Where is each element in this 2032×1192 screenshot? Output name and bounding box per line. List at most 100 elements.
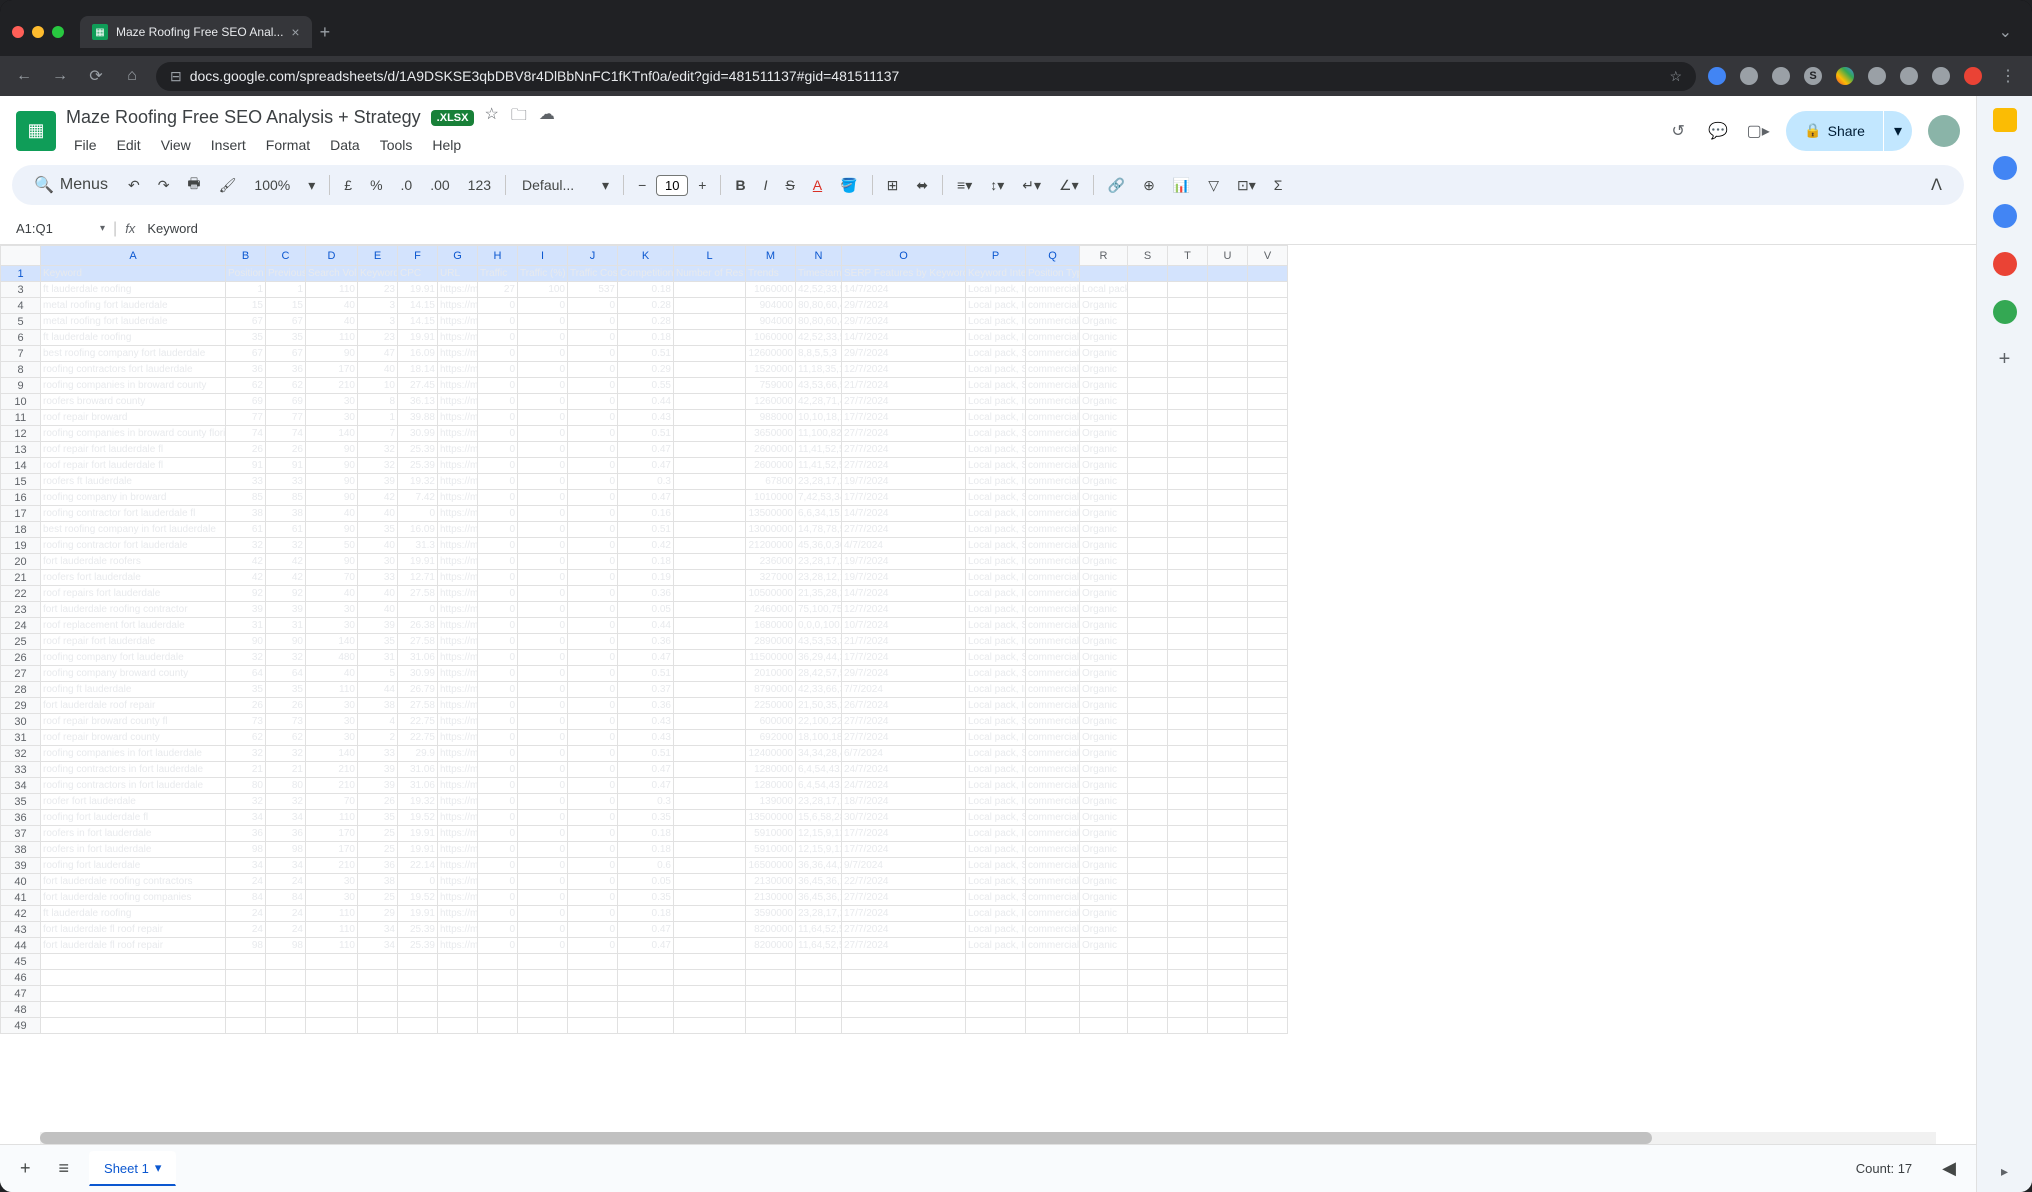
cell[interactable]: Organic (1080, 570, 1128, 586)
cell[interactable] (1168, 330, 1208, 346)
cell[interactable] (1128, 330, 1168, 346)
cell[interactable] (1168, 586, 1208, 602)
cell[interactable]: 23,28,17,28 (796, 906, 842, 922)
cell[interactable]: https://ma (438, 410, 478, 426)
cell[interactable]: 0.51 (618, 666, 674, 682)
cell[interactable] (1168, 410, 1208, 426)
cell[interactable]: 0 (478, 778, 518, 794)
cell[interactable]: 23,28,12,17 (796, 570, 842, 586)
cell[interactable]: 15,6,58,28 (796, 810, 842, 826)
cell[interactable]: commercial (1026, 842, 1080, 858)
col-header-N[interactable]: N (796, 246, 842, 266)
cell[interactable]: 34 (358, 938, 398, 954)
cell[interactable]: 110 (306, 922, 358, 938)
cell[interactable]: Local pack, Sitelinks, Review (966, 714, 1026, 730)
cell[interactable]: 18.14 (398, 362, 438, 378)
cell[interactable]: 85 (226, 490, 266, 506)
cell[interactable]: 170 (306, 842, 358, 858)
cell[interactable]: 70 (306, 570, 358, 586)
cell[interactable]: 26 (266, 698, 306, 714)
home-button[interactable]: ⌂ (120, 67, 144, 85)
cell[interactable] (674, 346, 746, 362)
cell[interactable]: 25 (358, 890, 398, 906)
cell[interactable]: 38 (226, 506, 266, 522)
cell[interactable]: 11,41,52,52 (796, 442, 842, 458)
cell[interactable] (1168, 538, 1208, 554)
row-header[interactable]: 30 (1, 714, 41, 730)
cell[interactable] (1248, 410, 1288, 426)
cell[interactable]: 0 (568, 314, 618, 330)
cell[interactable]: 0.18 (618, 842, 674, 858)
select-all-cell[interactable] (1, 246, 41, 266)
cell[interactable]: 0.47 (618, 778, 674, 794)
cell[interactable]: commercial (1026, 586, 1080, 602)
cell[interactable]: Local pack (1080, 282, 1128, 298)
cell[interactable]: 0 (518, 794, 568, 810)
cell[interactable] (674, 810, 746, 826)
cell[interactable]: 0 (518, 346, 568, 362)
cell[interactable]: Organic (1080, 714, 1128, 730)
collapse-panel-icon[interactable]: ▸ (2001, 1163, 2008, 1180)
cell[interactable]: 12.71 (398, 570, 438, 586)
cell[interactable]: 0 (518, 426, 568, 442)
cell[interactable] (1208, 282, 1248, 298)
cell[interactable]: 6,6,34,15,1 (796, 506, 842, 522)
filter-views-button[interactable]: ⊡▾ (1229, 171, 1264, 200)
cell[interactable] (746, 1018, 796, 1034)
col-header-U[interactable]: U (1208, 246, 1248, 266)
cell[interactable]: 27/7/2024 (842, 394, 966, 410)
cell[interactable]: 0 (568, 506, 618, 522)
cell[interactable]: 27/7/2024 (842, 522, 966, 538)
cell[interactable] (1168, 362, 1208, 378)
cell[interactable]: 8790000 (746, 682, 796, 698)
cell[interactable] (1128, 938, 1168, 954)
cell[interactable]: 50 (306, 538, 358, 554)
cell[interactable]: 4/7/2024 (842, 538, 966, 554)
cell[interactable] (674, 1002, 746, 1018)
cell[interactable]: 73 (266, 714, 306, 730)
cell[interactable]: 31.06 (398, 778, 438, 794)
row-header[interactable]: 37 (1, 826, 41, 842)
cell[interactable] (674, 426, 746, 442)
cell[interactable]: 13500000 (746, 810, 796, 826)
decrease-decimal-button[interactable]: .0 (393, 171, 421, 199)
cell[interactable]: Organic (1080, 666, 1128, 682)
cell[interactable] (674, 890, 746, 906)
cell[interactable]: 25.39 (398, 458, 438, 474)
cell[interactable]: 0.29 (618, 362, 674, 378)
bold-button[interactable]: B (727, 171, 753, 199)
cell[interactable] (1168, 938, 1208, 954)
cell[interactable]: 0 (568, 570, 618, 586)
cell[interactable] (674, 602, 746, 618)
cell[interactable]: 140 (306, 426, 358, 442)
cell[interactable]: 34 (358, 922, 398, 938)
cell[interactable]: commercial (1026, 426, 1080, 442)
close-tab-icon[interactable]: × (291, 24, 299, 40)
cell[interactable]: 0 (518, 874, 568, 890)
cell[interactable]: Local pack, Image pack, Site (966, 794, 1026, 810)
cell[interactable]: 12/7/2024 (842, 362, 966, 378)
cell[interactable]: Local pack, Image pack, Site (966, 474, 1026, 490)
cell[interactable]: 110 (306, 682, 358, 698)
cell[interactable]: 1060000 (746, 282, 796, 298)
cell[interactable] (1168, 794, 1208, 810)
cell[interactable]: 2460000 (746, 602, 796, 618)
row-header[interactable]: 23 (1, 602, 41, 618)
row-header[interactable]: 29 (1, 698, 41, 714)
cell[interactable] (1208, 538, 1248, 554)
cell[interactable]: 0 (568, 906, 618, 922)
cell[interactable]: Position (226, 266, 266, 282)
cell[interactable]: fort lauderdale roof repair (41, 698, 226, 714)
cell[interactable]: 24 (226, 906, 266, 922)
cell[interactable] (1248, 426, 1288, 442)
chevron-down-icon[interactable]: ▾ (594, 171, 617, 200)
cell[interactable]: 39 (358, 618, 398, 634)
cell[interactable]: 0 (518, 746, 568, 762)
cell[interactable]: 40 (306, 506, 358, 522)
history-icon[interactable]: ↺ (1666, 119, 1690, 143)
cell[interactable]: 32 (226, 650, 266, 666)
cell[interactable]: 10/7/2024 (842, 618, 966, 634)
cell[interactable]: 69 (266, 394, 306, 410)
cell[interactable]: 0 (478, 762, 518, 778)
cell[interactable]: 30 (306, 890, 358, 906)
